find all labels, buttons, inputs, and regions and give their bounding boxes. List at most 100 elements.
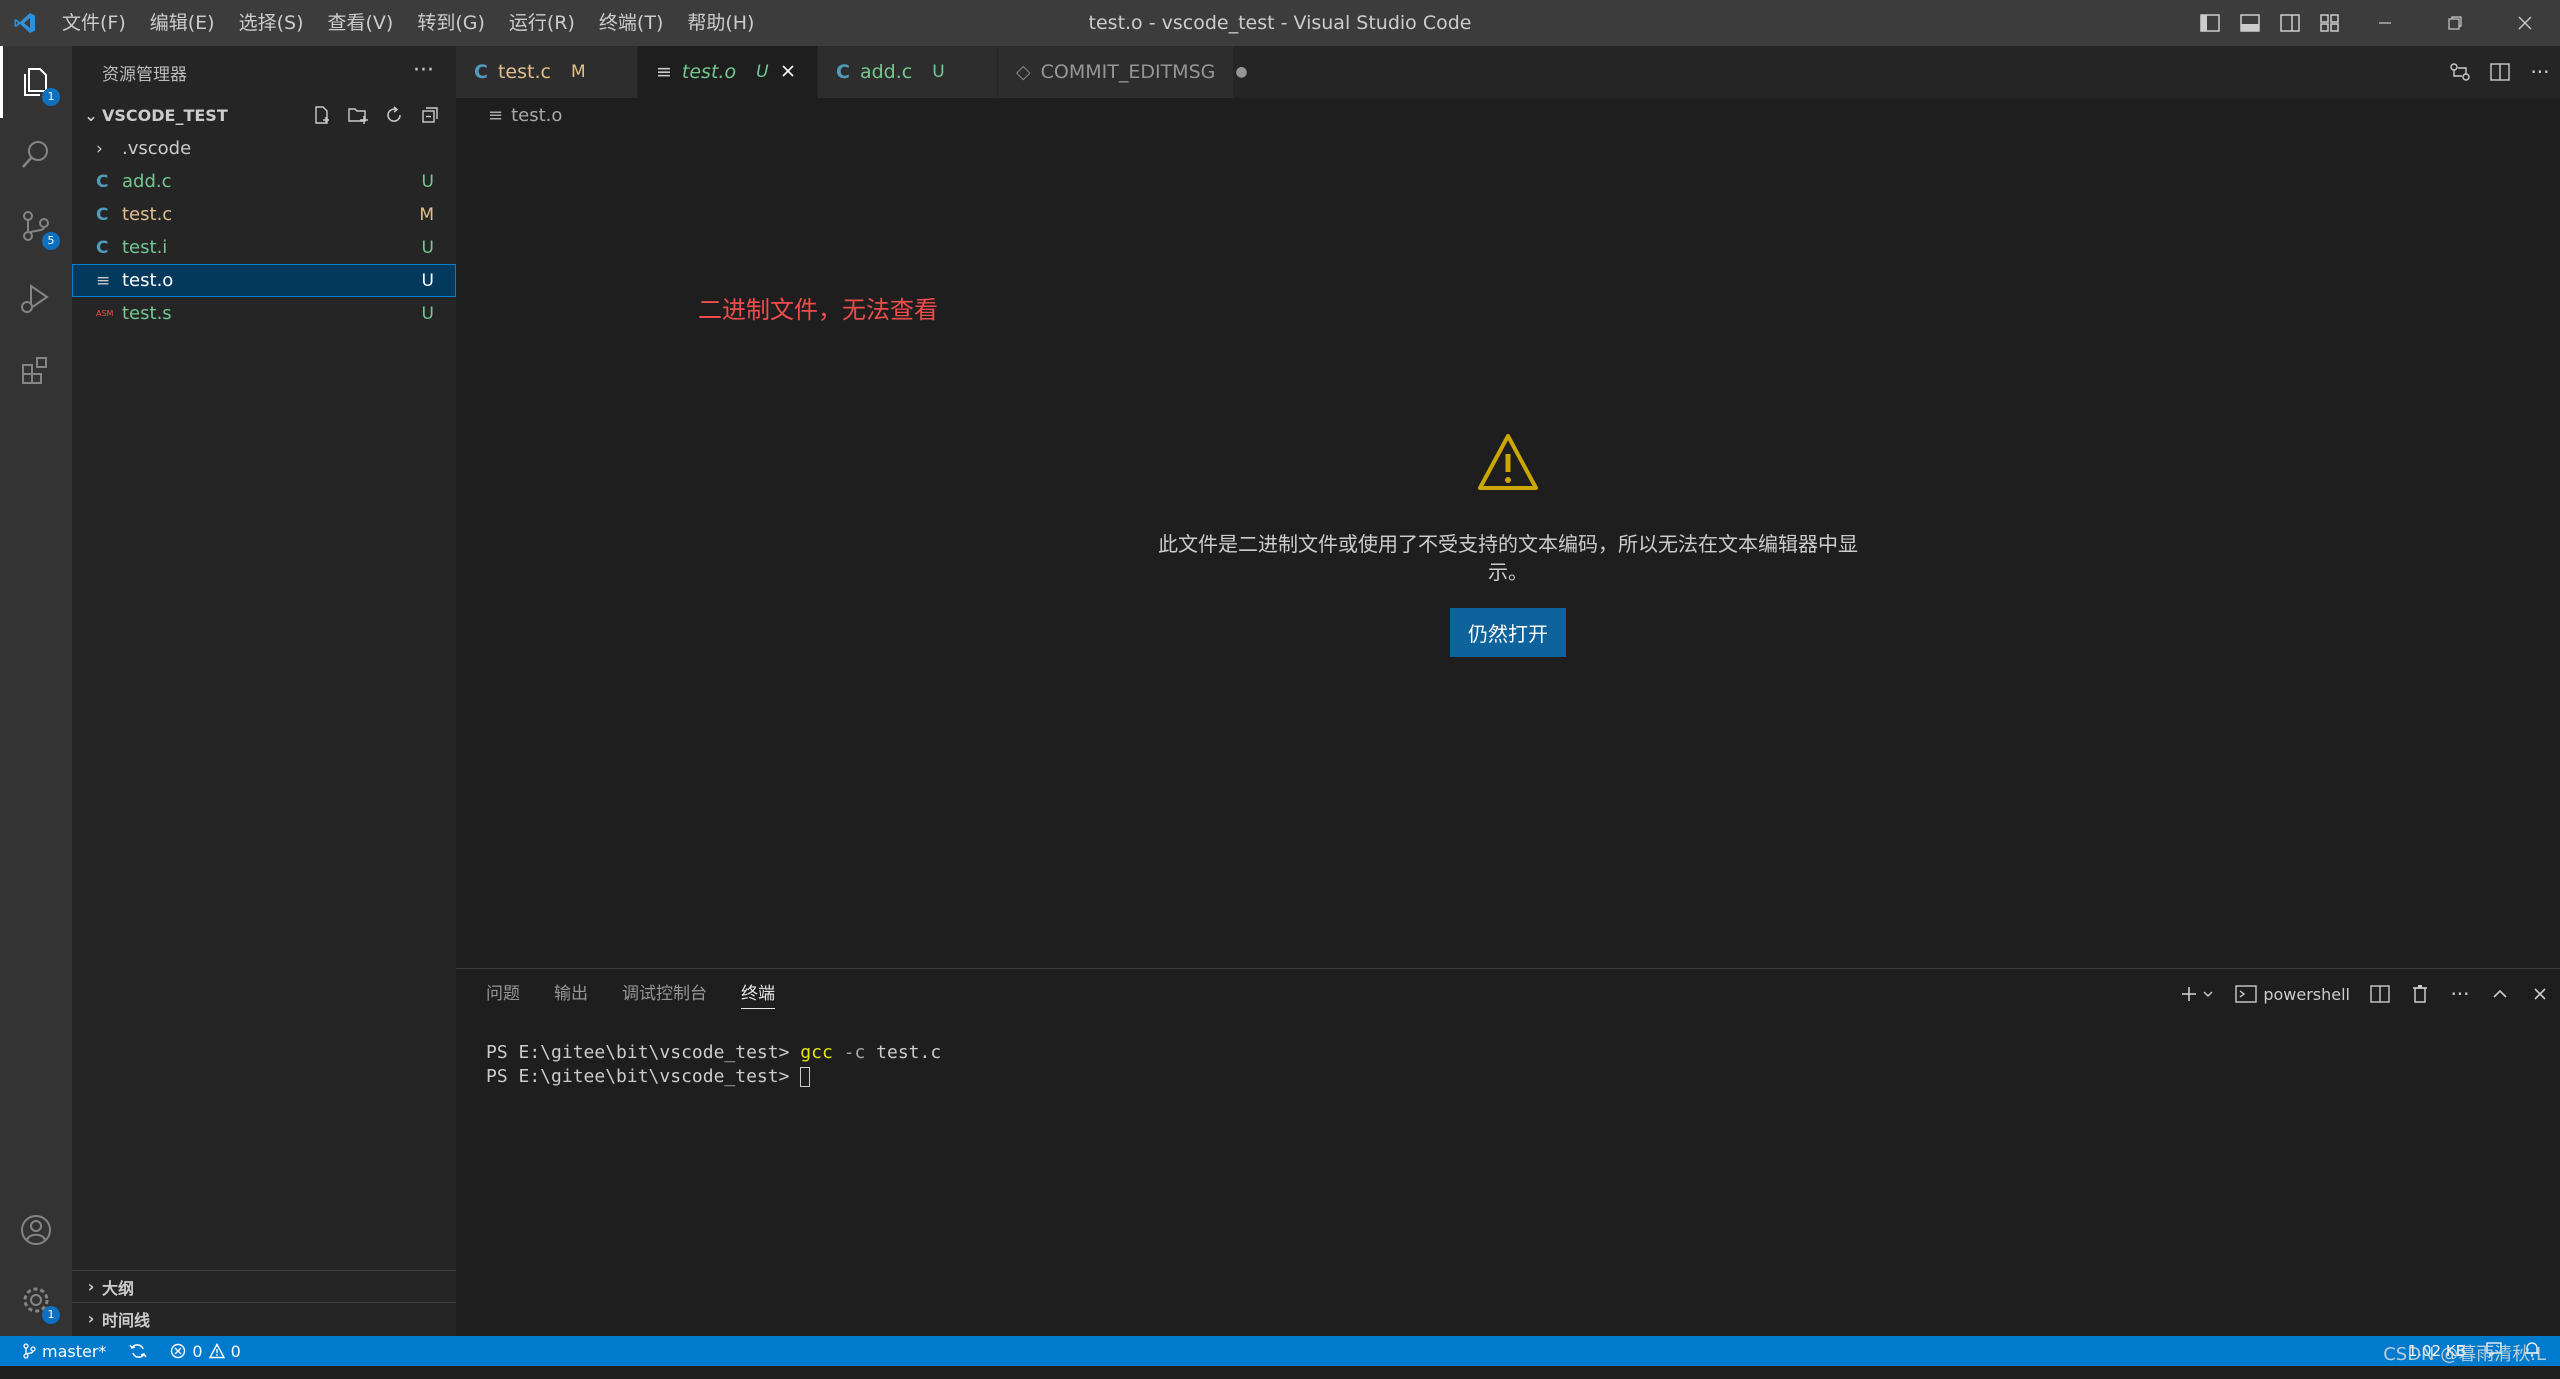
more-actions-icon[interactable]: ···	[2440, 982, 2480, 1006]
git-status-badge: U	[421, 171, 434, 192]
extensions-icon[interactable]	[0, 334, 72, 406]
trash-icon[interactable]	[2400, 984, 2440, 1004]
binary-file-icon: ≡	[656, 61, 672, 83]
toggle-sidebar-icon[interactable]	[2190, 0, 2230, 46]
toggle-panel-icon[interactable]	[2230, 0, 2270, 46]
sidebar-title: 资源管理器	[102, 64, 187, 85]
warning-count: 0	[230, 1341, 241, 1361]
toggle-secondary-sidebar-icon[interactable]	[2270, 0, 2310, 46]
warning-icon	[1476, 434, 1540, 496]
new-terminal-icon[interactable]	[2171, 984, 2225, 1004]
terminal-icon	[2235, 985, 2258, 1003]
tab-status: U	[756, 62, 769, 82]
binary-file-icon: ≡	[488, 104, 504, 126]
collapse-all-icon[interactable]	[412, 105, 448, 125]
new-folder-icon[interactable]	[340, 105, 376, 125]
editor-tabs: C test.c M ≡ test.o U C add.c U ◇ COMMIT…	[456, 46, 2560, 98]
menu-selection[interactable]: 选择(S)	[227, 0, 316, 46]
tab-debug-console[interactable]: 调试控制台	[622, 969, 707, 1019]
folder-header[interactable]: ⌄ VSCODE_TEST	[72, 98, 456, 132]
binary-file-icon: ≡	[96, 270, 111, 291]
menu-go[interactable]: 转到(G)	[405, 0, 497, 46]
file-name: test.i	[122, 237, 168, 258]
chevron-down-icon: ⌄	[84, 105, 98, 125]
close-panel-icon[interactable]	[2520, 986, 2560, 1002]
maximize-panel-icon[interactable]	[2480, 985, 2520, 1003]
open-changes-icon[interactable]	[2440, 62, 2480, 82]
menu-terminal[interactable]: 终端(T)	[587, 0, 675, 46]
chevron-right-icon: ›	[87, 1309, 95, 1328]
split-editor-icon[interactable]	[2480, 63, 2520, 81]
tab-terminal[interactable]: 终端	[741, 969, 775, 1019]
asm-file-icon: ASM	[96, 309, 114, 318]
timeline-title: 时间线	[102, 1310, 151, 1330]
tree-item-vscode[interactable]: › .vscode	[72, 132, 456, 165]
breadcrumb: ≡ test.o	[456, 98, 2560, 132]
tab-problems[interactable]: 问题	[486, 969, 520, 1019]
open-anyway-button[interactable]: 仍然打开	[1450, 608, 1566, 657]
chevron-right-icon: ›	[87, 1277, 95, 1296]
more-actions-icon[interactable]: ···	[2520, 60, 2560, 84]
terminal-shell-selector[interactable]: powershell	[2235, 984, 2350, 1004]
menu-bar: 文件(F) 编辑(E) 选择(S) 查看(V) 转到(G) 运行(R) 终端(T…	[50, 0, 766, 46]
tab-test-o[interactable]: ≡ test.o U	[638, 46, 818, 98]
run-debug-icon[interactable]	[0, 262, 72, 334]
tab-add-c[interactable]: C add.c U	[818, 46, 998, 98]
account-icon[interactable]	[0, 1194, 72, 1266]
source-control-icon[interactable]: 5	[0, 190, 72, 262]
customize-layout-icon[interactable]	[2310, 0, 2350, 46]
sync-icon[interactable]	[128, 1342, 148, 1360]
unsaved-dot-icon: ●	[1235, 64, 1248, 80]
tree-item-test-i[interactable]: C test.i U	[72, 231, 456, 264]
tree-item-add-c[interactable]: C add.c U	[72, 165, 456, 198]
c-file-icon: C	[96, 171, 109, 192]
outline-section[interactable]: › 大纲	[72, 1270, 456, 1302]
explorer-icon[interactable]: 1	[0, 46, 72, 118]
status-bar: master* 0 0 1.02 KB	[0, 1336, 2560, 1366]
terminal-prompt: PS E:\gitee\bit\vscode_test>	[486, 1066, 790, 1087]
search-icon[interactable]	[0, 118, 72, 190]
tab-test-c[interactable]: C test.c M	[456, 46, 638, 98]
settings-gear-icon[interactable]: 1	[0, 1264, 72, 1336]
close-tab-icon[interactable]	[781, 61, 795, 83]
refresh-icon[interactable]	[376, 105, 412, 125]
close-window-icon[interactable]	[2490, 0, 2560, 46]
menu-edit[interactable]: 编辑(E)	[138, 0, 227, 46]
tree-item-test-s[interactable]: ASM test.s U	[72, 297, 456, 330]
tab-commit-editmsg[interactable]: ◇ COMMIT_EDITMSG ●	[998, 46, 1248, 98]
c-file-icon: C	[96, 237, 109, 258]
menu-view[interactable]: 查看(V)	[316, 0, 406, 46]
tree-item-test-c[interactable]: C test.c M	[72, 198, 456, 231]
split-terminal-icon[interactable]	[2360, 985, 2400, 1003]
terminal-flag: -c	[843, 1042, 866, 1063]
minimize-icon[interactable]	[2350, 0, 2420, 46]
c-file-icon: C	[836, 61, 850, 83]
menu-help[interactable]: 帮助(H)	[675, 0, 766, 46]
git-branch-status[interactable]: master*	[22, 1342, 106, 1361]
editor-area: 二进制文件，无法查看 此文件是二进制文件或使用了不受支持的文本编码，所以无法在文…	[456, 132, 2560, 968]
restore-icon[interactable]	[2420, 0, 2490, 46]
branch-name: master*	[42, 1341, 107, 1361]
git-status-badge: U	[421, 237, 434, 258]
terminal-output[interactable]: PS E:\gitee\bit\vscode_test> gcc -c test…	[456, 1019, 2560, 1089]
annotation-text: 二进制文件，无法查看	[698, 296, 938, 324]
binary-file-notice: 此文件是二进制文件或使用了不受支持的文本编码，所以无法在文本编辑器中显示。 仍然…	[456, 432, 2560, 657]
terminal-command: gcc	[800, 1042, 833, 1063]
terminal-line: PS E:\gitee\bit\vscode_test>	[486, 1065, 2560, 1089]
breadcrumb-file[interactable]: test.o	[511, 105, 562, 126]
problems-status[interactable]: 0 0	[170, 1341, 241, 1361]
shell-name: powershell	[2263, 984, 2350, 1004]
error-icon	[171, 1343, 186, 1359]
tab-output[interactable]: 输出	[554, 969, 588, 1019]
terminal-cursor	[800, 1067, 811, 1087]
scm-badge: 5	[42, 232, 60, 250]
menu-file[interactable]: 文件(F)	[50, 0, 138, 46]
more-actions-icon[interactable]: ···	[413, 58, 434, 83]
new-file-icon[interactable]	[304, 105, 340, 125]
outline-title: 大纲	[102, 1278, 135, 1298]
title-bar: 文件(F) 编辑(E) 选择(S) 查看(V) 转到(G) 运行(R) 终端(T…	[0, 0, 2560, 46]
tab-status: M	[570, 62, 586, 82]
tree-item-test-o[interactable]: ≡ test.o U	[72, 264, 456, 297]
menu-run[interactable]: 运行(R)	[497, 0, 587, 46]
timeline-section[interactable]: › 时间线	[72, 1302, 456, 1334]
